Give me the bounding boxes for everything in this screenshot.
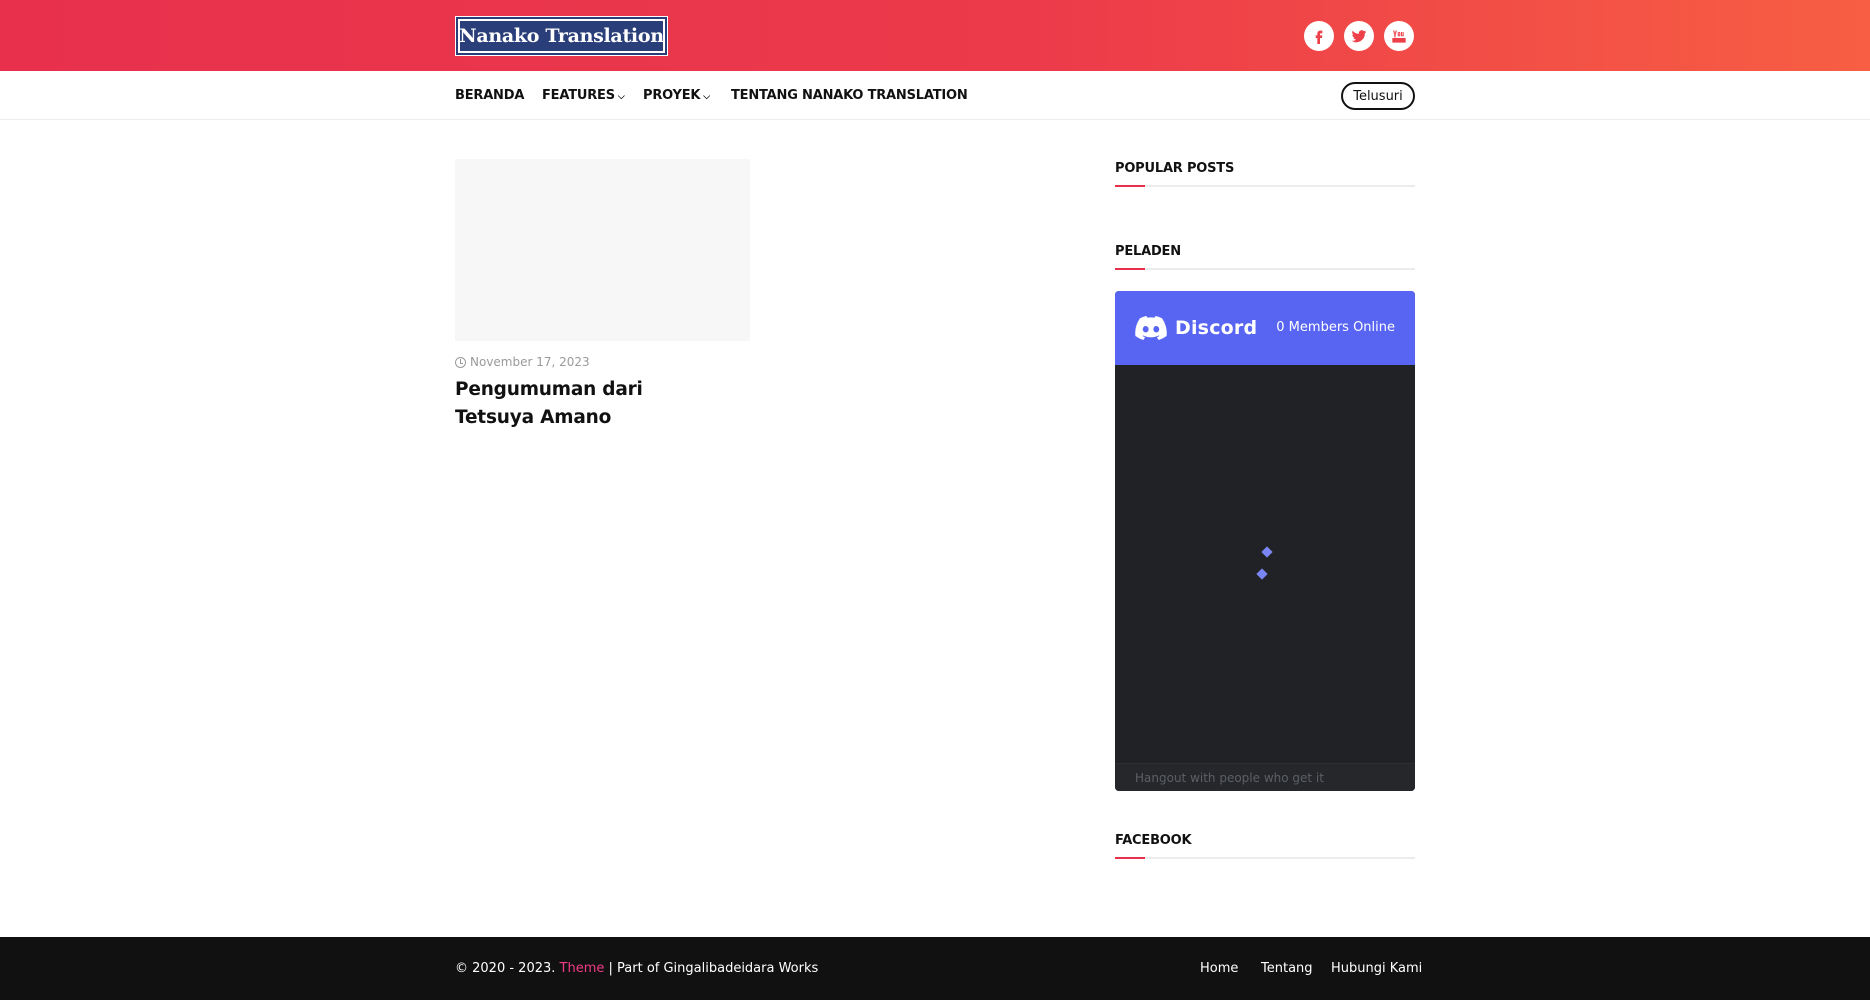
loading-spinner-icon — [1256, 568, 1268, 580]
widget-title-facebook: FACEBOOK — [1115, 829, 1415, 859]
copyright: © 2020 - 2023. Theme | Part of Gingaliba… — [455, 961, 818, 976]
widget-title-text: PELADEN — [1115, 244, 1181, 259]
site-logo[interactable]: Nanako Translation — [455, 16, 668, 56]
discord-widget[interactable]: Discord 0 Members Online Hangout with pe… — [1115, 291, 1415, 791]
footer-link-home[interactable]: Home — [1200, 961, 1238, 976]
discord-footer-text: Hangout with people who get it — [1135, 770, 1324, 785]
main-nav: BERANDA FEATURES ⌵ PROYEK ⌵ TENTANG NANAKO… — [0, 71, 1870, 120]
widget-title-peladen: PELADEN — [1115, 240, 1415, 270]
discord-brand-text: Discord — [1175, 317, 1258, 339]
discord-join-bar[interactable]: Hangout with people who get it — [1115, 763, 1415, 791]
copyright-prefix: © 2020 - 2023. — [455, 961, 556, 976]
nav-item-features[interactable]: FEATURES ⌵ — [542, 88, 625, 103]
youtube-icon — [1392, 30, 1406, 43]
chevron-down-icon: ⌵ — [703, 92, 710, 102]
twitter-icon — [1351, 30, 1367, 43]
nav-item-label: BERANDA — [455, 88, 525, 103]
nav-item-beranda[interactable]: BERANDA — [455, 88, 524, 103]
nav-item-label: PROYEK — [643, 88, 701, 103]
widget-title-popular-posts: POPULAR POSTS — [1115, 157, 1415, 187]
post-thumbnail[interactable] — [455, 159, 750, 341]
copyright-suffix: | Part of Gingalibadeidara Works — [608, 961, 819, 976]
nav-item-label: TENTANG NANAKO TRANSLATION — [731, 88, 968, 103]
top-header: Nanako Translation — [0, 0, 1870, 71]
post-title-link[interactable]: Pengumuman dari Tetsuya Amano — [455, 376, 725, 432]
nav-item-label: FEATURES — [542, 88, 615, 103]
theme-link[interactable]: Theme — [560, 961, 605, 976]
logo-frame: Nanako Translation — [456, 17, 667, 55]
post-date: November 17, 2023 — [455, 355, 590, 369]
discord-logo[interactable]: Discord — [1135, 316, 1257, 340]
facebook-button[interactable] — [1304, 21, 1334, 51]
footer-link-tentang[interactable]: Tentang — [1261, 961, 1313, 976]
widget-title-text: POPULAR POSTS — [1115, 161, 1235, 176]
loading-spinner-icon — [1261, 546, 1273, 558]
discord-online-count: 0 Members Online — [1276, 320, 1395, 335]
youtube-button[interactable] — [1384, 21, 1414, 51]
logo-text: Nanako Translation — [459, 25, 664, 47]
facebook-icon — [1315, 30, 1323, 44]
clock-icon — [455, 356, 466, 368]
twitter-button[interactable] — [1344, 21, 1374, 51]
discord-icon — [1135, 316, 1167, 340]
discord-header: Discord 0 Members Online — [1115, 291, 1415, 365]
search-button[interactable]: Telusuri — [1341, 82, 1415, 110]
widget-title-text: FACEBOOK — [1115, 833, 1192, 848]
nav-item-proyek[interactable]: PROYEK ⌵ — [643, 88, 710, 103]
chevron-down-icon: ⌵ — [617, 92, 625, 102]
footer-link-hubungi-kami[interactable]: Hubungi Kami — [1331, 961, 1422, 976]
post-date-text: November 17, 2023 — [470, 355, 590, 369]
site-footer: © 2020 - 2023. Theme | Part of Gingaliba… — [0, 937, 1870, 1000]
nav-item-tentang[interactable]: TENTANG NANAKO TRANSLATION — [731, 88, 968, 103]
